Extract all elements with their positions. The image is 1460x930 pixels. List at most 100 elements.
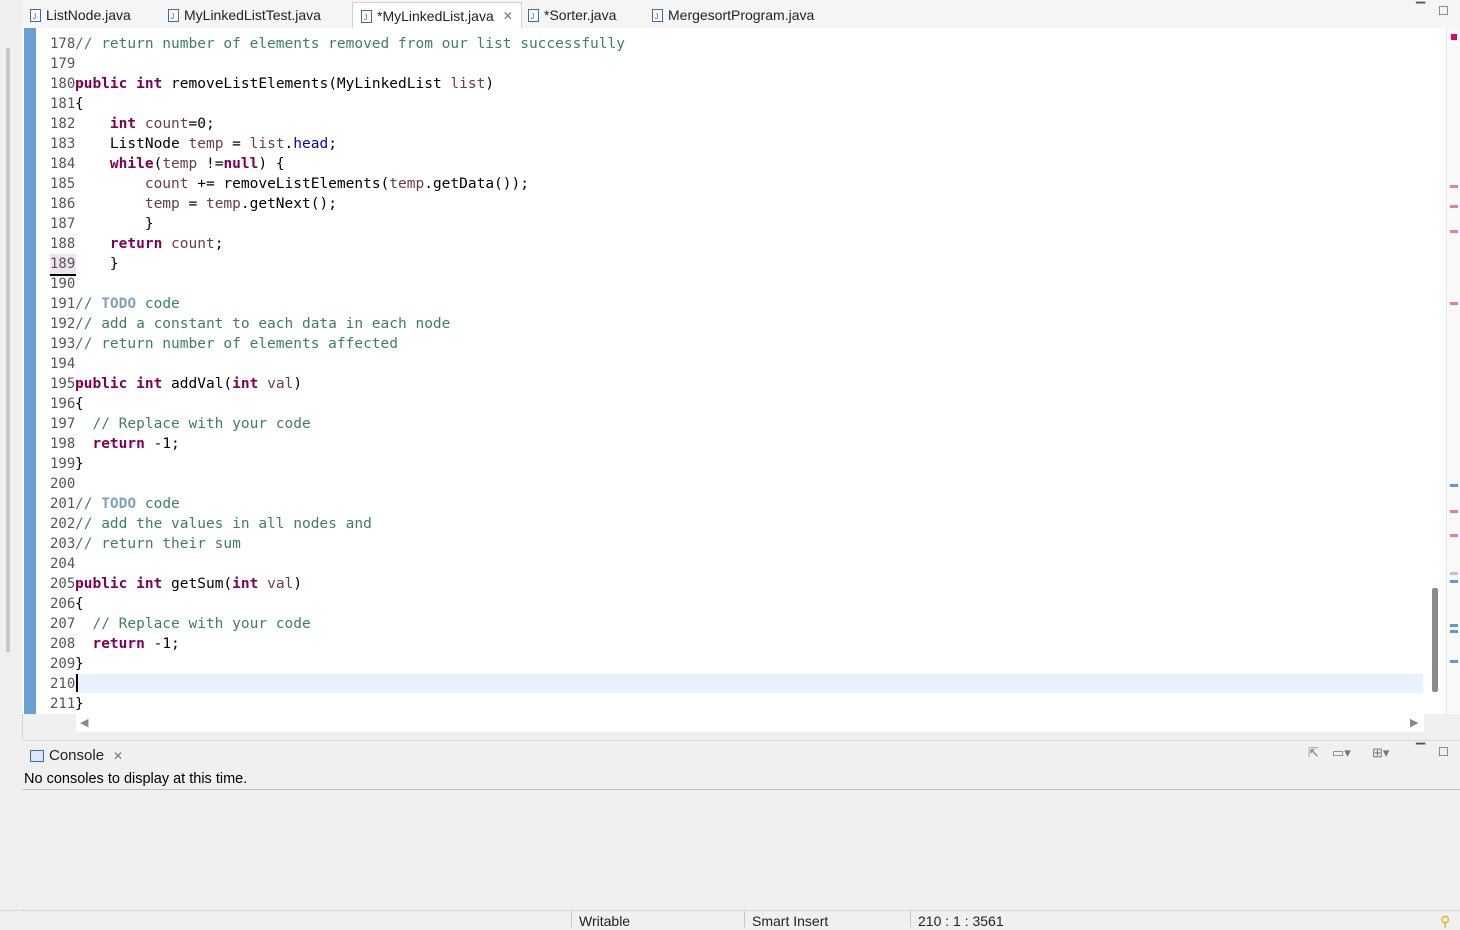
overview-marker[interactable] xyxy=(1450,534,1458,537)
tab-label: MyLinkedListTest.java xyxy=(184,7,321,23)
line-number: 194 xyxy=(50,356,76,372)
line-number: 211 xyxy=(50,696,76,712)
code-line: // return number of elements affected xyxy=(75,336,399,352)
tab-mylinkedlisttest[interactable]: MyLinkedListTest.java xyxy=(168,2,321,31)
line-number: 199 xyxy=(50,456,76,472)
line-number: 179 xyxy=(50,56,76,72)
overview-marker[interactable] xyxy=(1450,230,1458,233)
line-number: 188 xyxy=(50,236,76,252)
code-line: int count=0; xyxy=(109,116,215,132)
overview-marker[interactable] xyxy=(1450,624,1458,627)
console-message: No consoles to display at this time. xyxy=(24,771,248,787)
line-number: 193 xyxy=(50,336,76,352)
code-line: public int getSum(int val) xyxy=(75,576,303,592)
tab-label: *Sorter.java xyxy=(544,7,617,23)
line-number: 198 xyxy=(50,436,76,452)
line-number: 201 xyxy=(50,496,76,512)
tab-label: MergesortProgram.java xyxy=(668,7,815,23)
overview-marker[interactable] xyxy=(1450,185,1458,188)
scroll-right-icon[interactable]: ▶ xyxy=(1410,716,1418,729)
tab-label: ListNode.java xyxy=(46,7,131,23)
overview-marker[interactable] xyxy=(1450,302,1458,305)
maximize-icon[interactable]: ☐ xyxy=(1438,4,1449,18)
line-number: 190 xyxy=(50,276,76,292)
divider xyxy=(744,911,745,927)
overview-marker[interactable] xyxy=(1450,484,1458,487)
annotation-ruler xyxy=(24,28,36,714)
lightbulb-icon[interactable]: ⚲ xyxy=(1440,913,1450,930)
divider xyxy=(22,789,1460,790)
line-number: 202 xyxy=(50,516,76,532)
minimize-icon[interactable]: ▔ xyxy=(1416,743,1425,757)
code-line: // return their sum xyxy=(75,536,241,552)
close-icon[interactable]: ✕ xyxy=(113,749,123,763)
overview-ruler[interactable] xyxy=(1446,28,1460,714)
code-line: } xyxy=(75,456,84,472)
code-line: // TODO code xyxy=(75,296,180,312)
code-line: } xyxy=(75,656,84,672)
horizontal-scrollbar[interactable]: ◀ ▶ xyxy=(76,714,1424,732)
display-console-icon[interactable]: ▭▾ xyxy=(1332,745,1351,761)
scroll-left-icon[interactable]: ◀ xyxy=(80,716,88,729)
java-file-icon xyxy=(30,5,41,31)
overview-marker[interactable] xyxy=(1450,572,1458,575)
line-number: 206 xyxy=(50,596,76,612)
line-number: 203 xyxy=(50,536,76,552)
code-line: } xyxy=(75,256,119,272)
code-line: ListNode temp = list.head; xyxy=(75,136,337,152)
line-number: 182 xyxy=(50,116,76,132)
tab-sorter[interactable]: *Sorter.java xyxy=(528,2,617,31)
overview-marker[interactable] xyxy=(1450,660,1458,663)
line-number: 197 xyxy=(50,416,76,432)
divider xyxy=(571,911,572,927)
line-number: 205 xyxy=(50,576,76,592)
code-line: while(temp !=null) { xyxy=(109,156,285,172)
pin-console-icon[interactable]: ⇱ xyxy=(1308,745,1319,761)
line-number: 180 xyxy=(50,76,76,92)
tab-mergesortprogram[interactable]: MergesortProgram.java xyxy=(652,2,815,31)
console-tab-label: Console xyxy=(49,747,105,764)
java-file-icon xyxy=(528,5,539,31)
code-line: return count; xyxy=(109,236,224,252)
line-number: 209 xyxy=(50,656,76,672)
console-icon xyxy=(30,749,44,762)
overview-marker[interactable] xyxy=(1450,630,1458,633)
line-number: 200 xyxy=(50,476,76,492)
line-number: 195 xyxy=(50,376,76,392)
code-line: // Replace with your code xyxy=(92,616,311,632)
code-line: { xyxy=(75,96,84,112)
error-marker[interactable] xyxy=(1451,34,1457,40)
tab-label: *MyLinkedList.java xyxy=(377,8,494,24)
code-line: count += removeListElements(temp.getData… xyxy=(144,176,529,192)
tab-console[interactable]: Console ✕ xyxy=(30,747,123,764)
line-number: 181 xyxy=(50,96,76,112)
status-bar: Writable Smart Insert 210 : 1 : 3561 ⚲ xyxy=(0,910,1460,930)
line-number: 184 xyxy=(50,156,76,172)
vertical-scrollbar-thumb[interactable] xyxy=(1432,588,1438,692)
tab-listnode[interactable]: ListNode.java xyxy=(30,2,131,31)
code-line: // return number of elements removed fro… xyxy=(75,36,625,52)
line-number: 192 xyxy=(50,316,76,332)
text-caret xyxy=(76,674,78,692)
status-cursor-position: 210 : 1 : 3561 xyxy=(918,913,1004,929)
status-mode: Writable xyxy=(579,913,631,929)
code-line: // TODO code xyxy=(75,496,180,512)
overview-marker[interactable] xyxy=(1450,205,1458,208)
code-line: public int removeListElements(MyLinkedLi… xyxy=(75,76,495,92)
console-output[interactable]: No consoles to display at this time. xyxy=(22,769,1460,909)
current-line-highlight xyxy=(75,674,1423,693)
minimize-icon[interactable]: ▔ xyxy=(1416,2,1425,16)
open-console-icon[interactable]: ⊞▾ xyxy=(1372,745,1389,761)
maximize-icon[interactable]: ☐ xyxy=(1438,745,1449,759)
overview-marker[interactable] xyxy=(1450,580,1458,583)
line-number: 208 xyxy=(50,636,76,652)
line-number: 189 xyxy=(50,254,76,276)
overview-marker[interactable] xyxy=(1450,510,1458,513)
close-icon[interactable]: ✕ xyxy=(503,3,513,29)
code-line: temp = temp.getNext(); xyxy=(144,196,337,212)
tab-mylinkedlist[interactable]: *MyLinkedList.java ✕ xyxy=(352,2,522,32)
code-editor[interactable]: 178 179 180 181 182 183 184 185 186 187 … xyxy=(22,28,1446,714)
divider xyxy=(910,911,911,927)
line-number: 196 xyxy=(50,396,76,412)
java-file-icon xyxy=(361,6,372,32)
